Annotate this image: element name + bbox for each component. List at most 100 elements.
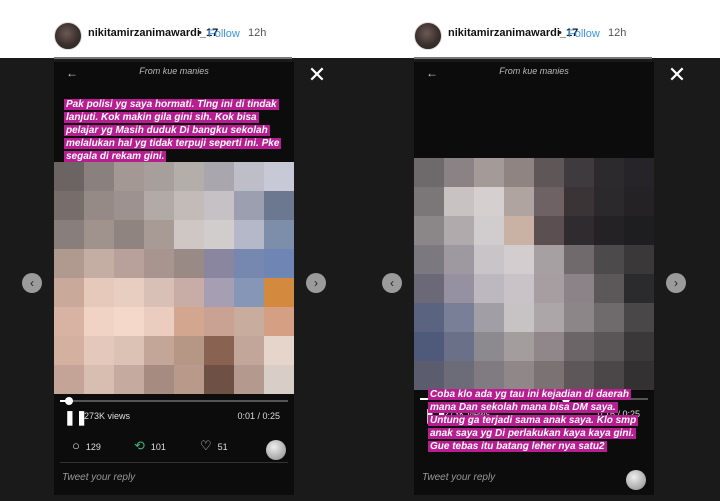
mosaic-cell <box>624 216 654 245</box>
mosaic-cell <box>84 249 114 278</box>
user-avatar[interactable] <box>54 22 82 50</box>
mosaic-cell <box>84 278 114 307</box>
mosaic-cell <box>234 278 264 307</box>
close-icon[interactable]: ✕ <box>306 64 328 86</box>
mosaic-cell <box>264 162 294 191</box>
mosaic-cell <box>534 187 564 216</box>
mosaic-cell <box>444 245 474 274</box>
reply-action[interactable]: ○ 129 <box>72 438 101 453</box>
mosaic-cell <box>144 220 174 249</box>
user-avatar[interactable] <box>414 22 442 50</box>
video-time: 0:01 / 0:25 <box>237 411 280 421</box>
mosaic-cell <box>204 336 234 365</box>
mosaic-cell <box>204 278 234 307</box>
reply-input[interactable]: Tweet your reply <box>422 472 495 483</box>
mosaic-cell <box>624 187 654 216</box>
mosaic-cell <box>84 220 114 249</box>
close-icon[interactable]: ✕ <box>666 64 688 86</box>
pixelated-video[interactable] <box>54 162 294 394</box>
retweet-action[interactable]: ⟲ 101 <box>134 438 166 454</box>
mosaic-cell <box>114 191 144 220</box>
share-icon[interactable] <box>626 470 646 490</box>
mosaic-cell <box>264 365 294 394</box>
divider <box>60 462 288 463</box>
mosaic-cell <box>444 187 474 216</box>
mosaic-cell <box>474 187 504 216</box>
mosaic-cell <box>504 216 534 245</box>
mosaic-cell <box>444 332 474 361</box>
next-story-chevron-icon[interactable]: › <box>306 273 326 293</box>
mosaic-cell <box>54 278 84 307</box>
story-header: nikitamirzanimawardi_17 • Follow 12h <box>360 0 720 59</box>
story-panel-left: nikitamirzanimawardi_17 • Follow 12h ← F… <box>0 0 360 501</box>
mosaic-cell <box>594 303 624 332</box>
seek-handle[interactable] <box>65 397 74 405</box>
story-timestamp: 12h <box>248 27 267 39</box>
retweet-icon: ⟲ <box>134 438 145 453</box>
like-count: 51 <box>217 442 228 452</box>
follow-button[interactable]: Follow <box>208 28 240 40</box>
mosaic-cell <box>624 361 654 390</box>
video-seek-bar[interactable] <box>60 397 288 405</box>
mosaic-cell <box>144 249 174 278</box>
mosaic-cell <box>414 361 444 390</box>
mosaic-cell <box>84 365 114 394</box>
mosaic-cell <box>534 332 564 361</box>
separator-dot: • <box>198 27 202 39</box>
mosaic-cell <box>534 158 564 187</box>
mosaic-cell <box>504 332 534 361</box>
mosaic-cell <box>624 245 654 274</box>
story-panel-right: nikitamirzanimawardi_17 • Follow 12h ← F… <box>360 0 720 501</box>
mosaic-cell <box>114 365 144 394</box>
reply-input[interactable]: Tweet your reply <box>62 472 135 483</box>
mosaic-cell <box>564 216 594 245</box>
mosaic-cell <box>264 249 294 278</box>
mosaic-cell <box>264 220 294 249</box>
mosaic-cell <box>564 187 594 216</box>
mosaic-cell <box>594 361 624 390</box>
prev-story-chevron-icon[interactable]: ‹ <box>382 273 402 293</box>
mosaic-cell <box>564 361 594 390</box>
story-header: nikitamirzanimawardi_17 • Follow 12h <box>0 0 360 59</box>
mosaic-cell <box>414 245 444 274</box>
reply-count: 129 <box>85 442 101 452</box>
mosaic-cell <box>204 162 234 191</box>
mosaic-cell <box>564 158 594 187</box>
mosaic-cell <box>474 303 504 332</box>
mosaic-cell <box>504 361 534 390</box>
mosaic-cell <box>234 249 264 278</box>
story-content: ← From kue manies Pak polisi yg saya hor… <box>54 62 294 495</box>
mosaic-cell <box>594 216 624 245</box>
like-action[interactable]: ♡ 51 <box>200 438 228 454</box>
mosaic-cell <box>114 220 144 249</box>
follow-button[interactable]: Follow <box>568 28 600 40</box>
mosaic-cell <box>234 365 264 394</box>
mosaic-cell <box>504 303 534 332</box>
mosaic-cell <box>114 278 144 307</box>
prev-story-chevron-icon[interactable]: ‹ <box>22 273 42 293</box>
next-story-chevron-icon[interactable]: › <box>666 273 686 293</box>
mosaic-cell <box>624 332 654 361</box>
mosaic-cell <box>564 332 594 361</box>
mosaic-cell <box>144 336 174 365</box>
mosaic-cell <box>234 336 264 365</box>
mosaic-cell <box>174 220 204 249</box>
story-caption: Coba klo ada yg tau ini kejadian di daer… <box>428 388 644 453</box>
mosaic-cell <box>204 191 234 220</box>
mosaic-cell <box>114 336 144 365</box>
mosaic-cell <box>594 274 624 303</box>
mosaic-cell <box>534 216 564 245</box>
pixelated-video[interactable] <box>414 158 654 390</box>
mosaic-cell <box>234 307 264 336</box>
mosaic-cell <box>174 191 204 220</box>
share-icon[interactable] <box>266 440 286 460</box>
mosaic-cell <box>84 336 114 365</box>
mosaic-cell <box>144 162 174 191</box>
mosaic-cell <box>504 245 534 274</box>
mosaic-cell <box>474 158 504 187</box>
mosaic-cell <box>234 220 264 249</box>
mosaic-cell <box>474 216 504 245</box>
mosaic-cell <box>534 303 564 332</box>
mosaic-cell <box>84 191 114 220</box>
mosaic-cell <box>204 220 234 249</box>
